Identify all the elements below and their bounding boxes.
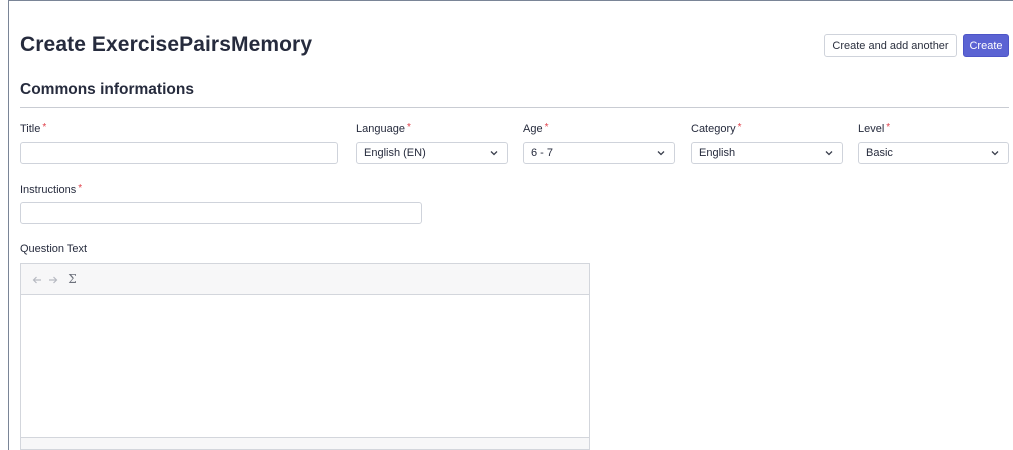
language-label: Language * <box>356 122 411 135</box>
section-divider <box>20 107 1009 108</box>
title-input[interactable] <box>20 142 338 164</box>
level-select[interactable]: Basic <box>858 142 1009 164</box>
level-label-text: Level <box>858 123 885 135</box>
page-title: Create ExercisePairsMemory <box>20 33 313 56</box>
chevron-down-icon <box>825 151 833 156</box>
instructions-label: Instructions * <box>20 183 82 196</box>
category-select[interactable]: English <box>691 142 843 164</box>
age-label-text: Age <box>523 123 543 135</box>
editor-statusbar <box>21 437 589 449</box>
language-select[interactable]: English (EN) <box>356 142 508 164</box>
chevron-down-icon <box>657 151 665 156</box>
category-select-value: English <box>699 147 736 159</box>
level-select-value: Basic <box>866 147 893 159</box>
redo-icon[interactable] <box>48 272 59 286</box>
question-text-editor[interactable]: Σ <box>20 263 590 450</box>
category-label-text: Category <box>691 123 736 135</box>
title-label: Title * <box>20 122 46 135</box>
age-select-value: 6 - 7 <box>531 147 554 159</box>
required-mark: * <box>544 122 549 133</box>
window-frame-top <box>8 0 1013 1</box>
instructions-input[interactable] <box>20 202 422 224</box>
required-mark: * <box>406 122 411 133</box>
language-label-text: Language <box>356 123 405 135</box>
section-title: Commons informations <box>20 81 194 98</box>
age-label: Age * <box>523 122 548 135</box>
age-select[interactable]: 6 - 7 <box>523 142 675 164</box>
create-button[interactable]: Create <box>963 34 1009 57</box>
required-mark: * <box>737 122 742 133</box>
required-mark: * <box>886 122 891 133</box>
level-label: Level * <box>858 122 890 135</box>
required-mark: * <box>42 122 47 133</box>
question-text-label: Question Text <box>20 243 88 255</box>
window-frame-left <box>8 0 9 450</box>
instructions-label-text: Instructions <box>20 184 77 196</box>
title-label-text: Title <box>20 123 41 135</box>
undo-icon[interactable] <box>31 272 42 286</box>
sigma-icon[interactable]: Σ <box>67 272 78 286</box>
required-mark: * <box>78 183 83 194</box>
editor-toolbar: Σ <box>21 264 589 295</box>
category-label: Category * <box>691 122 742 135</box>
chevron-down-icon <box>991 151 999 156</box>
chevron-down-icon <box>490 151 498 156</box>
create-and-add-another-button[interactable]: Create and add another <box>824 34 957 57</box>
language-select-value: English (EN) <box>364 147 426 159</box>
